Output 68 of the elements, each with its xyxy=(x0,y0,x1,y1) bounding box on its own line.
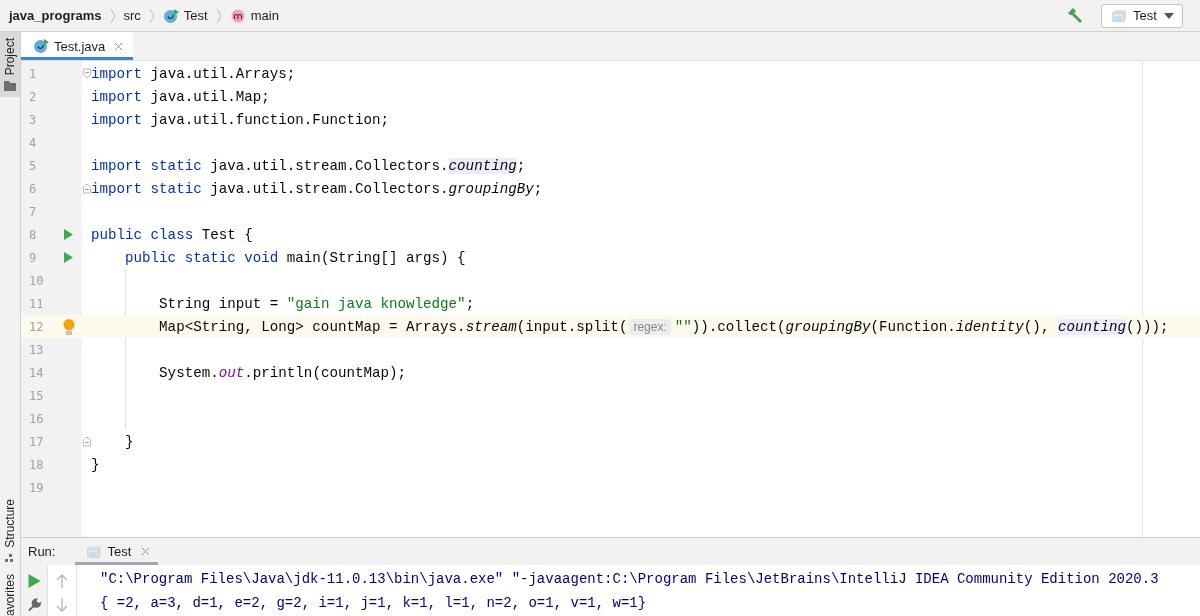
wrench-icon[interactable] xyxy=(27,598,41,612)
code-line: import static java.util.stream.Collectors.groupingBy; xyxy=(91,179,543,198)
tool-window-tab[interactable]: Project xyxy=(0,32,20,98)
code-line: import java.util.Map; xyxy=(91,87,270,106)
caret-icon xyxy=(1164,12,1174,19)
line-number: 1 xyxy=(28,66,38,81)
run-icon[interactable] xyxy=(27,574,41,588)
chevron-icon xyxy=(148,7,155,24)
line-number: 6 xyxy=(28,181,38,196)
tool-window-tab[interactable]: Structure xyxy=(0,493,20,568)
line-number: 15 xyxy=(28,388,45,403)
close-icon[interactable] xyxy=(141,547,151,556)
line-number: 3 xyxy=(28,112,38,127)
folder-icon xyxy=(4,81,16,92)
tool-window-tab[interactable]: avorites xyxy=(0,567,20,616)
console-line: { =2, a=3, d=1, e=2, g=2, i=1, j=1, k=1, l=1, n=2, o=1, v=1, w=1} xyxy=(100,594,648,613)
line-number: 19 xyxy=(28,480,45,495)
breadcrumb[interactable]: Test xyxy=(183,8,208,23)
line-number: 12 xyxy=(28,319,45,334)
hammer-icon[interactable] xyxy=(1066,6,1084,25)
code-line: import java.util.function.Function; xyxy=(91,110,389,129)
console-line: "C:\Program Files\Java\jdk-11.0.13\bin\java.exe" "-javaagent:C:\Program Files\JetBrains\IntelliJ IDEA Community Edition 2020.3 xyxy=(100,570,1159,589)
panel-title: Run: xyxy=(28,544,56,559)
run-icon[interactable] xyxy=(64,229,73,240)
line-number: 18 xyxy=(28,457,45,472)
line-number: 5 xyxy=(28,158,38,173)
code-line: } xyxy=(91,455,100,474)
line-number: 7 xyxy=(28,204,38,219)
code-line: System.out.println(countMap); xyxy=(158,363,407,382)
code-line: String input = "gain java knowledge"; xyxy=(158,294,475,313)
breadcrumb[interactable]: main xyxy=(250,8,279,23)
code-line: import java.util.Arrays; xyxy=(91,64,296,83)
line-number: 16 xyxy=(28,411,45,426)
code-line: Map<String, Long> countMap = Arrays.stream(input.split( regex: "")).collect(groupingBy(Function.identity(), counting())); xyxy=(158,317,1169,336)
close-icon[interactable] xyxy=(114,41,124,51)
code-line: public static void main(String[] args) { xyxy=(124,248,466,267)
lightbulb-icon[interactable] xyxy=(62,318,75,335)
line-number: 14 xyxy=(28,365,45,380)
code-line: } xyxy=(124,432,134,451)
editor-tab[interactable]: Test.java xyxy=(21,32,134,60)
run-icon[interactable] xyxy=(64,252,73,263)
chevron-icon xyxy=(215,7,222,24)
class-icon xyxy=(33,38,49,54)
breadcrumb[interactable]: java_programs xyxy=(9,8,102,23)
class-icon xyxy=(162,7,179,24)
breadcrumb[interactable]: src xyxy=(123,8,141,23)
line-number: 17 xyxy=(28,434,45,449)
fold-icon[interactable] xyxy=(83,68,91,79)
arrow-up-icon[interactable] xyxy=(56,574,68,588)
line-number: 13 xyxy=(28,342,45,357)
line-number: 8 xyxy=(28,227,38,242)
line-number: 10 xyxy=(28,273,45,288)
line-number: 9 xyxy=(28,250,38,265)
structure-icon xyxy=(5,553,15,562)
line-number: 11 xyxy=(28,296,45,311)
method-icon xyxy=(229,7,246,24)
window-icon xyxy=(87,545,102,558)
fold-icon[interactable] xyxy=(83,436,91,447)
fold-icon[interactable] xyxy=(83,183,91,194)
window-icon xyxy=(1112,9,1126,22)
arrow-down-icon[interactable] xyxy=(56,598,68,612)
line-number: 2 xyxy=(28,89,38,104)
code-line: public class Test { xyxy=(91,225,253,244)
code-line: import static java.util.stream.Collectors.counting; xyxy=(91,156,526,175)
chevron-icon xyxy=(109,7,116,24)
run-tab[interactable]: Test xyxy=(75,538,159,565)
line-number: 4 xyxy=(28,135,38,150)
run-config-dropdown[interactable]: Test xyxy=(1101,3,1183,28)
